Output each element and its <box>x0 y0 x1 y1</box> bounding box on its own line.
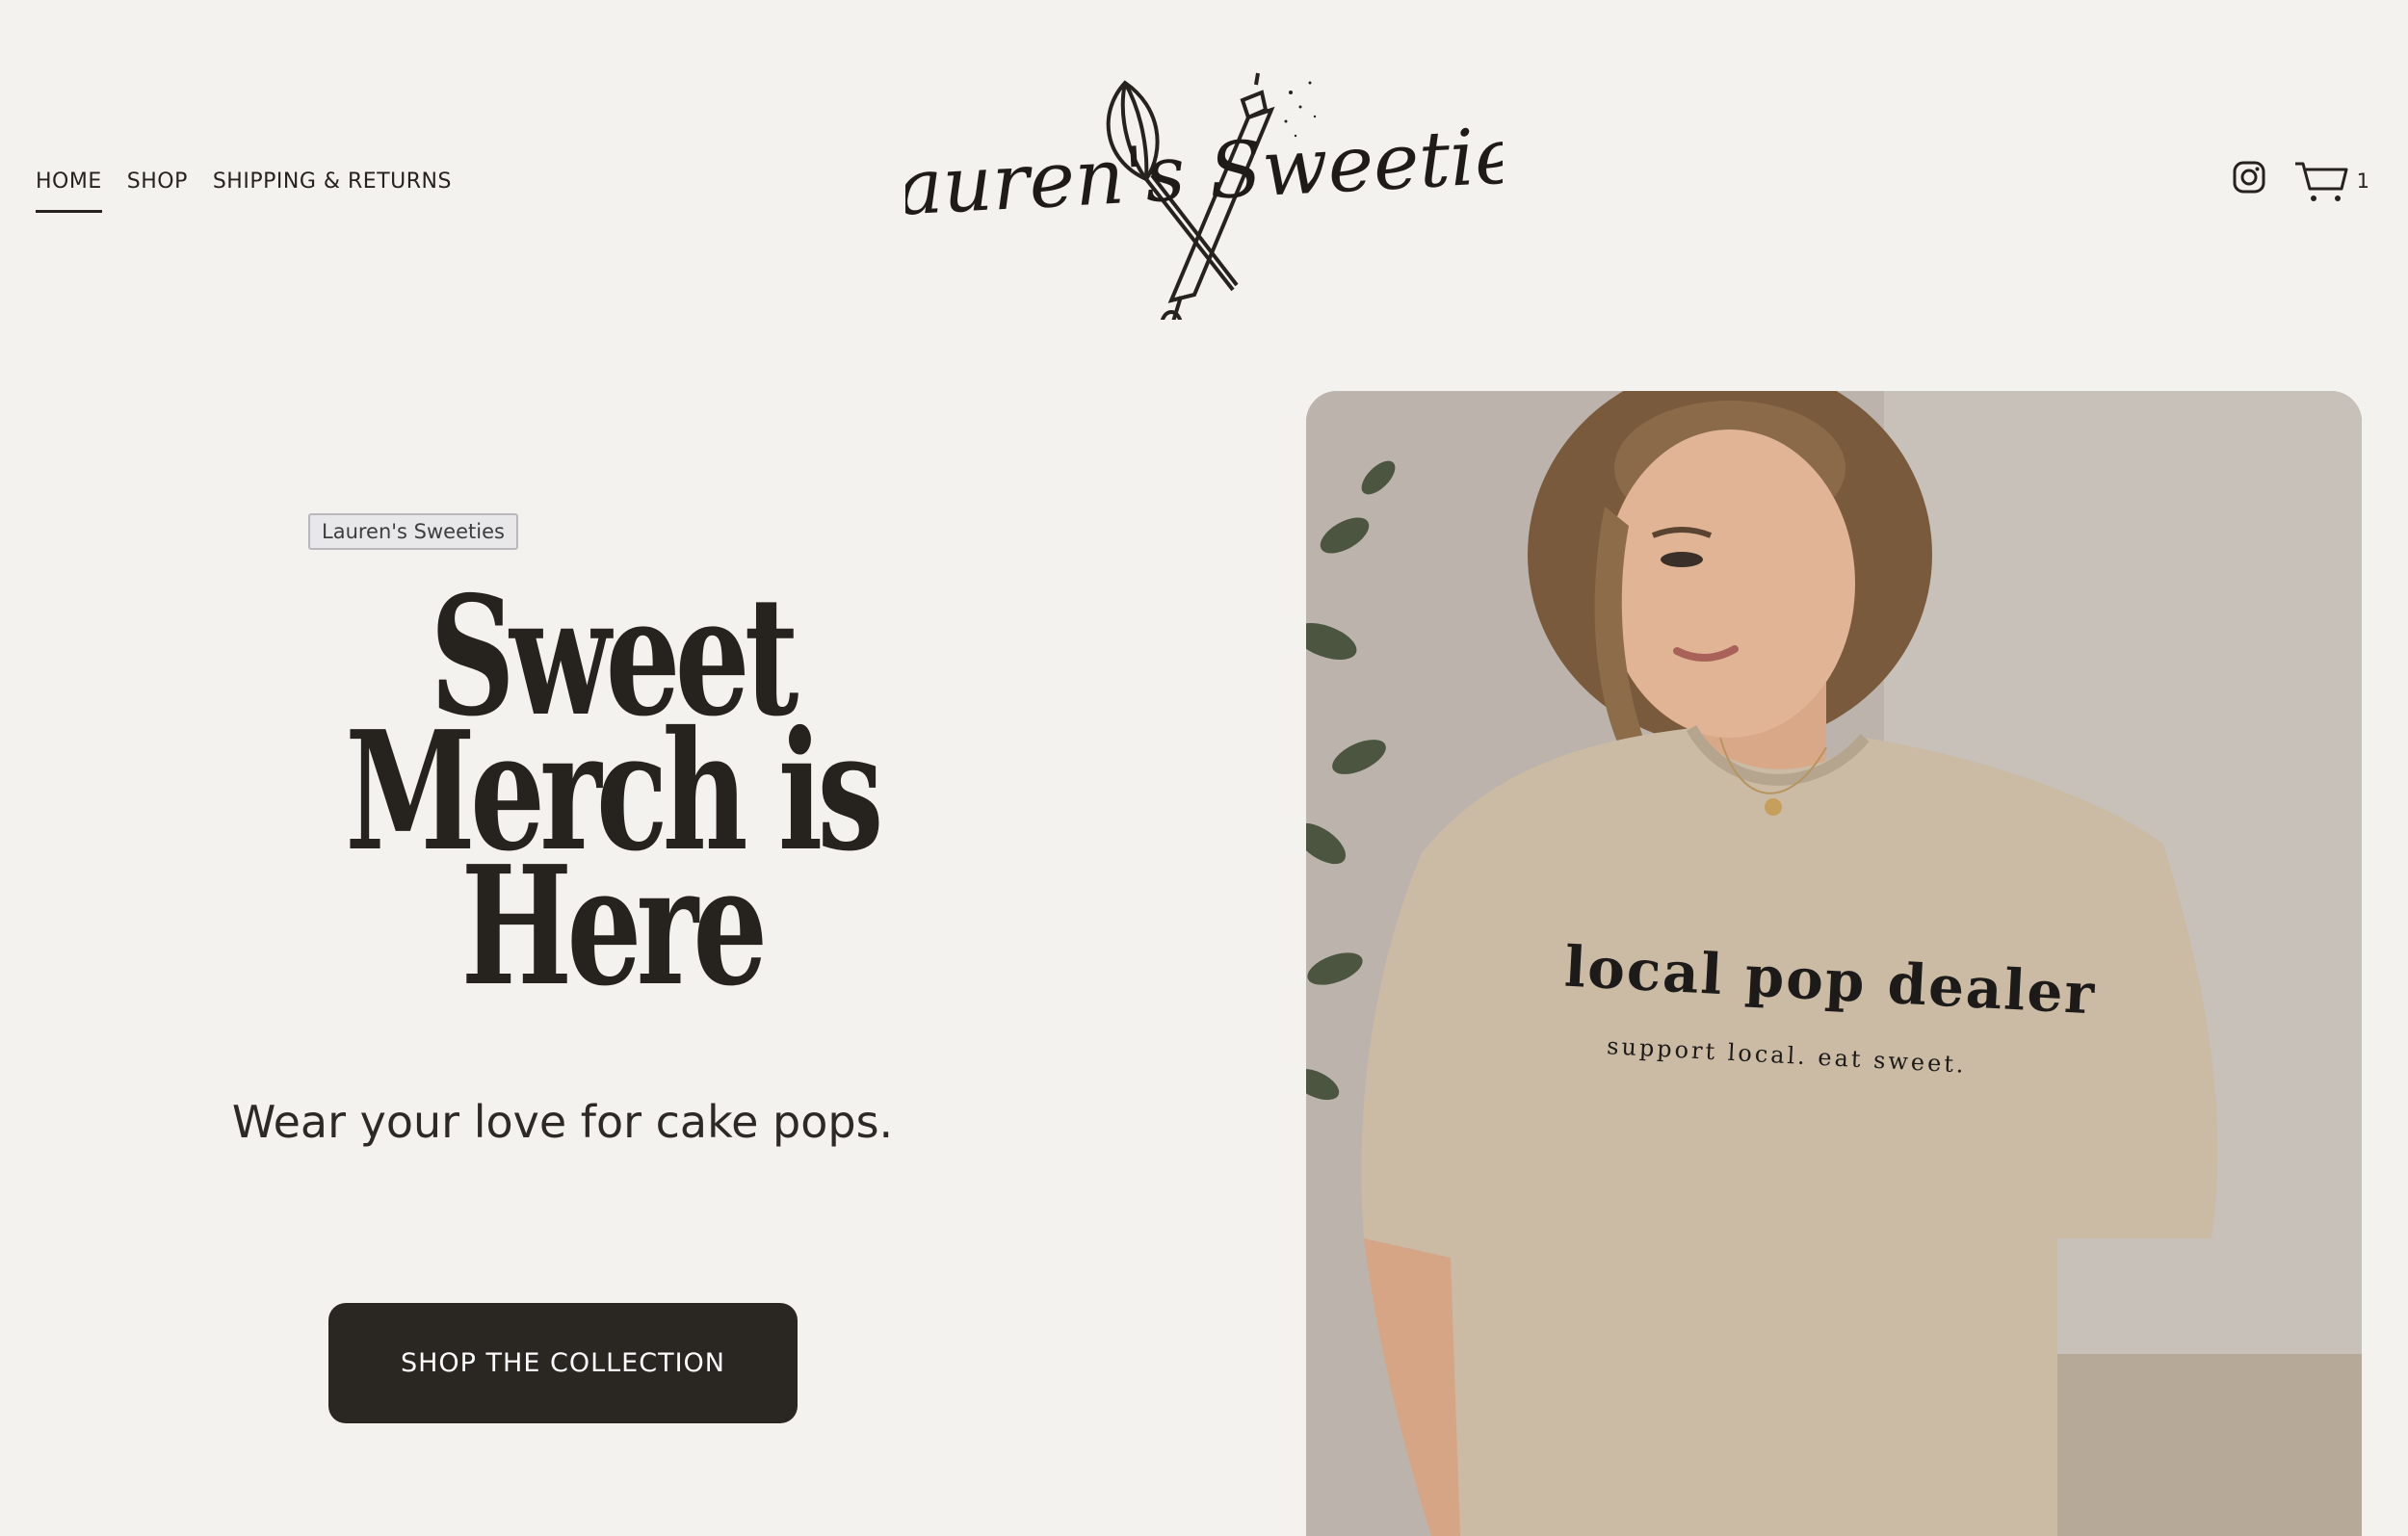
shop-collection-button[interactable]: SHOP THE COLLECTION <box>328 1303 798 1423</box>
main-nav: HOME SHOP SHIPPING & RETURNS <box>36 169 477 213</box>
hero-image: local pop dealer support local. eat swee… <box>1306 391 2362 1536</box>
nav-home[interactable]: HOME <box>36 169 102 213</box>
cart-button[interactable]: 1 <box>2293 160 2369 204</box>
header-icons: 1 <box>2232 160 2369 204</box>
site-name-tooltip: Lauren's Sweeties <box>308 513 518 550</box>
nav-shop[interactable]: SHOP <box>127 169 188 213</box>
hero-subheadline: Wear your love for cake pops. <box>231 1096 894 1148</box>
site-logo[interactable]: Lauren's Sweeties <box>842 54 1562 341</box>
cart-icon <box>2294 162 2348 201</box>
hero-headline: Sweet Merch is Here <box>345 560 883 1023</box>
instagram-icon[interactable] <box>2232 160 2266 199</box>
logo-graphic: Lauren's Sweeties <box>842 72 1562 341</box>
svg-text:Lauren's Sweeties: Lauren's Sweeties <box>905 109 1503 236</box>
cart-count: 1 <box>2356 169 2369 193</box>
nav-shipping-returns[interactable]: SHIPPING & RETURNS <box>213 169 452 213</box>
